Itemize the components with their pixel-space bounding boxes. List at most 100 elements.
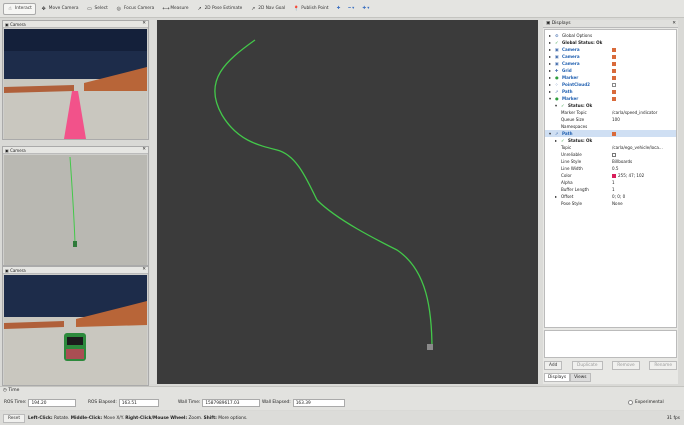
tool-interact[interactable]: ☝ Interact xyxy=(3,2,36,15)
collapse-arrow-icon[interactable]: ▸ xyxy=(555,137,557,144)
display-row[interactable]: Buffer Length 1 xyxy=(545,186,676,193)
enabled-checkbox[interactable] xyxy=(612,82,616,87)
display-row[interactable]: ▸ ▣ Camera xyxy=(545,60,676,67)
display-row[interactable]: ▸ ⚙ Global Options xyxy=(545,32,676,39)
display-row[interactable]: Line Style Billboards xyxy=(545,158,676,165)
property-value[interactable]: 0.5 xyxy=(612,165,619,172)
close-icon[interactable]: ✕ xyxy=(672,21,676,26)
collapse-arrow-icon[interactable]: ▸ xyxy=(549,81,551,88)
tab-displays[interactable]: Displays xyxy=(544,373,571,382)
enabled-checkbox[interactable] xyxy=(612,75,616,80)
enabled-checkbox[interactable] xyxy=(612,131,616,136)
expand-arrow-icon[interactable]: ▾ xyxy=(549,130,551,137)
property-value[interactable]: /carla/speed_indicator xyxy=(612,109,657,116)
enabled-checkbox[interactable] xyxy=(612,54,616,59)
collapse-arrow-icon[interactable]: ▸ xyxy=(549,74,551,81)
property-value[interactable]: 1 xyxy=(612,179,615,186)
enabled-checkbox[interactable] xyxy=(612,89,616,94)
camera-view-top[interactable] xyxy=(4,155,147,265)
display-row[interactable]: Alpha 1 xyxy=(545,179,676,186)
display-row[interactable]: ▸ ● Marker xyxy=(545,74,676,81)
display-row[interactable]: ▾ ✓ Status: Ok xyxy=(545,102,676,109)
tool-measure[interactable]: ⟷ Measure xyxy=(159,3,191,15)
tool-pose-estimate[interactable]: ↗ 2D Pose Estimate xyxy=(194,3,246,15)
displays-tree[interactable]: ▸ ⚙ Global Options ▸ ✓ Global Status: Ok ▸ ▣ Cam… xyxy=(544,29,677,328)
expand-arrow-icon[interactable]: ▾ xyxy=(549,95,551,102)
display-row[interactable]: ▸ ➚ Path xyxy=(545,88,676,95)
collapse-arrow-icon[interactable]: ▸ xyxy=(549,39,551,46)
display-row[interactable]: ▸ ✚ Grid xyxy=(545,67,676,74)
property-value[interactable]: 100 xyxy=(612,116,620,123)
property-value[interactable]: 0; 0; 0 xyxy=(612,193,625,200)
collapse-arrow-icon[interactable]: ▸ xyxy=(549,46,551,53)
ros-elapsed-input[interactable]: 163.51 xyxy=(118,398,159,407)
display-row[interactable]: ▸ Offset 0; 0; 0 xyxy=(545,193,676,200)
display-row[interactable]: Line Width 0.5 xyxy=(545,165,676,172)
add-tool-icon[interactable]: ✚ xyxy=(334,3,344,15)
wall-elapsed-input[interactable]: 163.39 xyxy=(292,398,345,407)
display-type-icon: ➚ xyxy=(555,89,559,94)
property-value[interactable]: /carla/ego_vehicle/loca... xyxy=(612,144,663,151)
tool-menu-icon[interactable]: ✚ ▾ xyxy=(359,3,372,15)
property-value[interactable]: 1 xyxy=(612,186,615,193)
property-value[interactable]: None xyxy=(612,200,623,207)
remove-button[interactable]: Remove xyxy=(612,361,640,370)
3d-viewport[interactable] xyxy=(157,20,538,384)
tool-publish-point[interactable]: 📍 Publish Point xyxy=(290,3,331,15)
collapse-arrow-icon[interactable]: ▸ xyxy=(549,53,551,60)
display-row[interactable]: Color 255; 47; 102 xyxy=(545,172,676,179)
property-value-text: /carla/speed_indicator xyxy=(612,110,658,115)
camera-view-front[interactable] xyxy=(4,29,147,139)
add-button[interactable]: Add xyxy=(544,361,563,370)
tool-move-camera[interactable]: ✥ Move Camera xyxy=(38,3,82,15)
display-row[interactable]: ▾ ➚ Path xyxy=(545,130,676,137)
display-row[interactable]: ▸ ▣ Camera xyxy=(545,53,676,60)
display-row[interactable]: Topic/carla/ego_vehicle/loca... xyxy=(545,144,676,151)
display-row[interactable]: Namespaces xyxy=(545,123,676,130)
display-row[interactable]: Pose Style None xyxy=(545,200,676,207)
close-icon[interactable]: ✕ xyxy=(142,147,146,152)
display-row[interactable]: ▸ ✓ Global Status: Ok xyxy=(545,39,676,46)
camera-view-chase[interactable] xyxy=(4,275,147,385)
display-row[interactable]: ▾ ● Marker xyxy=(545,95,676,102)
display-row[interactable]: Unreliable xyxy=(545,151,676,158)
fps-counter: 31 fps xyxy=(666,415,680,421)
remove-tool-icon[interactable]: ━ ▾ xyxy=(345,3,357,15)
display-row[interactable]: Queue Size 100 xyxy=(545,116,676,123)
experimental-option[interactable]: Experimental xyxy=(628,398,664,407)
rename-button[interactable]: Rename xyxy=(649,361,677,370)
left-splitter[interactable] xyxy=(150,20,156,384)
tab-views[interactable]: Views xyxy=(570,373,591,382)
display-type-icon: ⚙ xyxy=(555,33,559,38)
close-icon[interactable]: ✕ xyxy=(142,267,146,272)
collapse-arrow-icon[interactable]: ▸ xyxy=(555,193,557,200)
enabled-checkbox[interactable] xyxy=(612,68,616,73)
property-value[interactable]: Billboards xyxy=(612,158,632,165)
display-row[interactable]: ▸ ⁘ PointCloud2 xyxy=(545,81,676,88)
duplicate-button[interactable]: Duplicate xyxy=(572,361,603,370)
display-row[interactable]: ▸ ✓ Status: Ok xyxy=(545,137,676,144)
expand-arrow-icon[interactable]: ▾ xyxy=(555,102,557,109)
collapse-arrow-icon[interactable]: ▸ xyxy=(549,60,551,67)
ros-time-input[interactable]: 194.20 xyxy=(28,398,77,407)
collapse-arrow-icon[interactable]: ▸ xyxy=(549,67,551,74)
display-name: Marker xyxy=(562,96,579,101)
enabled-checkbox[interactable] xyxy=(612,96,616,101)
collapse-arrow-icon[interactable]: ▸ xyxy=(549,88,551,95)
reset-button[interactable]: Reset xyxy=(3,413,26,423)
tool-nav-goal[interactable]: ↗ 2D Nav Goal xyxy=(247,3,288,15)
unreliable-checkbox[interactable] xyxy=(612,152,616,157)
wall-time-label: Wall Time: xyxy=(178,400,201,405)
tool-select[interactable]: ▭ Select xyxy=(84,3,111,15)
display-row[interactable]: Marker Topic/carla/speed_indicator xyxy=(545,109,676,116)
enabled-checkbox[interactable] xyxy=(612,47,616,52)
collapse-arrow-icon[interactable]: ▸ xyxy=(549,32,551,39)
close-icon[interactable]: ✕ xyxy=(142,21,146,26)
display-row[interactable]: ▸ ▣ Camera xyxy=(545,46,676,53)
tool-focus-camera[interactable]: ◎ Focus Camera xyxy=(113,3,158,15)
property-value-text: /carla/ego_vehicle/loca... xyxy=(612,145,663,150)
wall-time-input[interactable]: 1587989617.03 xyxy=(202,398,261,407)
experimental-radio[interactable] xyxy=(628,400,633,405)
enabled-checkbox[interactable] xyxy=(612,61,616,66)
property-value[interactable]: 255; 47; 102 xyxy=(612,172,644,179)
